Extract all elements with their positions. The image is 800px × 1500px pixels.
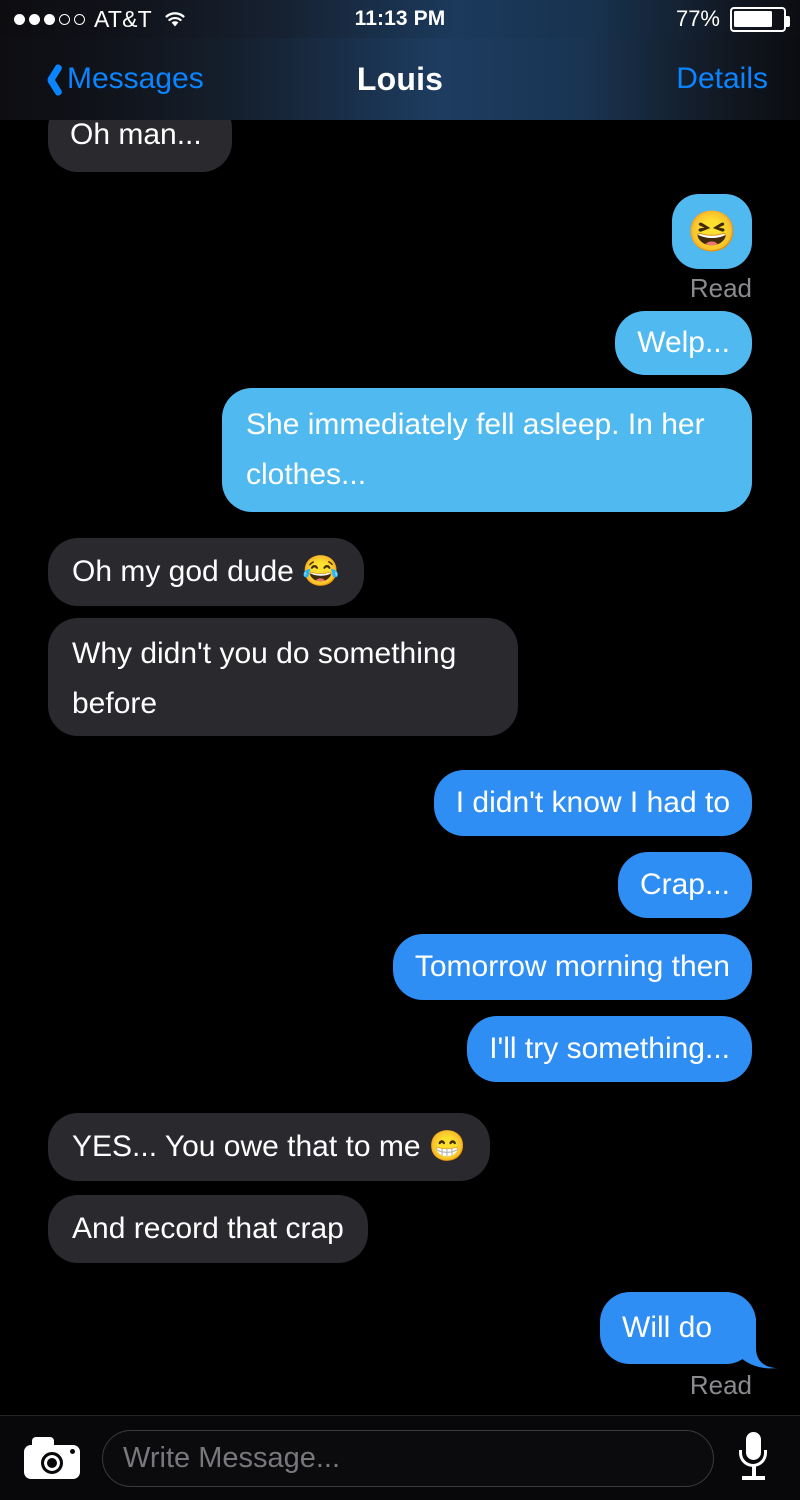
- message-text: Crap...: [639, 868, 730, 901]
- message-text: Why didn't you do something before: [72, 637, 457, 720]
- message-text: I didn't know I had to: [455, 786, 730, 819]
- navigation-bar: Messages Louis Details: [0, 38, 800, 120]
- message-bubble-outgoing-emoji[interactable]: 😆: [672, 194, 752, 269]
- message-text: I'll try something...: [489, 1032, 730, 1065]
- message-text: 😆: [687, 209, 737, 254]
- message-text: Oh man...: [70, 118, 202, 151]
- message-text: Oh my god dude 😂: [72, 555, 340, 588]
- microphone-icon[interactable]: [736, 1432, 770, 1484]
- message-bubble-incoming[interactable]: And record that crap: [48, 1195, 368, 1263]
- message-bubble-outgoing[interactable]: I didn't know I had to: [433, 770, 752, 836]
- read-receipt: Read: [689, 273, 752, 303]
- details-button[interactable]: Details: [676, 62, 768, 96]
- message-bubble-incoming[interactable]: Why didn't you do something before: [48, 618, 518, 736]
- message-bubble-outgoing[interactable]: I'll try something...: [467, 1016, 752, 1082]
- read-receipt: Read: [689, 1370, 752, 1400]
- message-bubble-outgoing[interactable]: Crap...: [617, 852, 752, 918]
- message-bubble-incoming[interactable]: YES... You owe that to me 😁: [48, 1113, 491, 1181]
- message-text: And record that crap: [72, 1212, 344, 1245]
- camera-icon[interactable]: [24, 1437, 80, 1479]
- message-input-placeholder: Write Message...: [123, 1441, 341, 1474]
- message-text: She immediately fell asleep. In her clot…: [246, 408, 705, 491]
- message-bubble-outgoing[interactable]: Tomorrow morning then: [392, 934, 752, 1000]
- message-text: Will do: [622, 1311, 713, 1344]
- battery-percentage: 77%: [675, 6, 720, 31]
- message-text: Welp...: [637, 326, 730, 359]
- message-bubble-outgoing[interactable]: Welp...: [615, 311, 752, 375]
- conversation-thread[interactable]: Oh man... 😆 Read Welp... She immediately…: [0, 0, 800, 1415]
- message-bubble-outgoing[interactable]: Will do: [600, 1292, 756, 1364]
- message-input-bar: Write Message...: [0, 1415, 800, 1500]
- status-bar: AT&T 11:13 PM 77%: [0, 0, 800, 38]
- message-bubble-incoming[interactable]: Oh my god dude 😂: [48, 538, 364, 606]
- message-text: Tomorrow morning then: [414, 950, 730, 983]
- messages-screen: Oh man... 😆 Read Welp... She immediately…: [0, 0, 800, 1500]
- message-text: YES... You owe that to me 😁: [72, 1130, 467, 1163]
- message-bubble-outgoing[interactable]: She immediately fell asleep. In her clot…: [222, 388, 752, 512]
- status-bar-right: 77%: [675, 6, 790, 32]
- battery-icon: [730, 6, 790, 32]
- message-input[interactable]: Write Message...: [102, 1429, 714, 1487]
